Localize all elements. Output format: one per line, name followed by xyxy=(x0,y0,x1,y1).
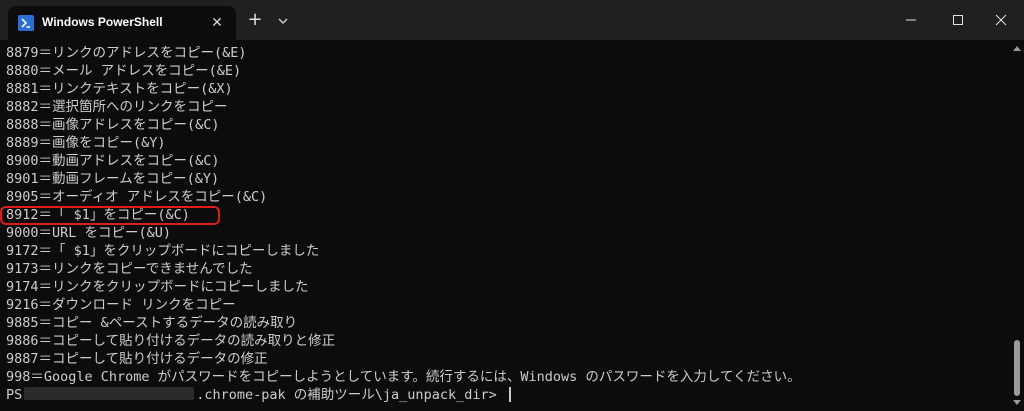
tab-windows-powershell[interactable]: Windows PowerShell ✕ xyxy=(8,6,236,40)
minimize-button[interactable] xyxy=(888,0,934,40)
tab-title: Windows PowerShell xyxy=(42,15,163,29)
terminal-line: 8889＝画像をコピー(&Y) xyxy=(6,135,166,151)
highlight-annotation xyxy=(0,206,220,225)
terminal-line: 8879＝リンクのアドレスをコピー(&E) xyxy=(6,45,247,61)
chevron-down-icon[interactable] xyxy=(274,12,292,30)
close-icon xyxy=(995,14,1007,26)
terminal-line: 8901＝動画フレームをコピー(&Y) xyxy=(6,171,220,187)
prompt-line[interactable]: PS .chrome-pak の補助ツール\ja_unpack_dir> xyxy=(6,386,511,404)
scroll-thumb[interactable] xyxy=(1014,340,1020,396)
redacted-path xyxy=(24,387,195,400)
terminal-line: 998＝Google Chrome がパスワードをコピーしようとしています。続行… xyxy=(6,369,801,385)
maximize-button[interactable] xyxy=(935,0,981,40)
powershell-window: Windows PowerShell ✕ + 8879＝リンクのアドレスをコピー… xyxy=(0,0,1024,411)
minimize-icon xyxy=(906,19,916,21)
prompt-path: .chrome-pak の補助ツール\ja_unpack_dir> xyxy=(196,387,505,403)
vertical-scrollbar[interactable] xyxy=(1010,40,1024,411)
text-cursor xyxy=(508,387,511,402)
terminal-line: 8888＝画像アドレスをコピー(&C) xyxy=(6,117,220,133)
title-bar: Windows PowerShell ✕ + xyxy=(0,0,1024,40)
maximize-icon xyxy=(953,15,963,25)
close-tab-icon[interactable]: ✕ xyxy=(206,12,228,34)
powershell-icon xyxy=(18,15,34,31)
terminal-line: 8900＝動画アドレスをコピー(&C) xyxy=(6,153,220,169)
scroll-up-icon[interactable] xyxy=(1013,46,1021,51)
terminal-line: 9216＝ダウンロード リンクをコピー xyxy=(6,297,236,313)
terminal-line: 9000＝URL をコピー(&U) xyxy=(6,225,172,241)
terminal-line: 9885＝コピー &ペーストするデータの読み取り xyxy=(6,315,298,331)
terminal-line: 9174＝リンクをクリップボードにコピーしました xyxy=(6,279,309,295)
terminal-line: 8882＝選択箇所へのリンクをコピー xyxy=(6,99,228,115)
close-window-button[interactable] xyxy=(978,0,1024,40)
terminal-line: 9887＝コピーして貼り付けるデータの修正 xyxy=(6,351,268,367)
terminal-line: 9172＝「 $1」をクリップボードにコピーしました xyxy=(6,243,320,259)
terminal-line: 8880＝メール アドレスをコピー(&E) xyxy=(6,63,242,79)
terminal-line: 8905＝オーディオ アドレスをコピー(&C) xyxy=(6,189,268,205)
terminal-line: 9886＝コピーして貼り付けるデータの読み取りと修正 xyxy=(6,333,336,349)
new-tab-button[interactable]: + xyxy=(244,10,266,32)
terminal-line: 9173＝リンクをコピーできませんでした xyxy=(6,261,253,277)
prompt-prefix: PS xyxy=(6,387,23,403)
terminal-line: 8881＝リンクテキストをコピー(&X) xyxy=(6,81,233,97)
terminal-output[interactable]: 8879＝リンクのアドレスをコピー(&E) 8880＝メール アドレスをコピー(… xyxy=(0,40,1010,411)
scroll-down-icon[interactable] xyxy=(1013,400,1021,405)
